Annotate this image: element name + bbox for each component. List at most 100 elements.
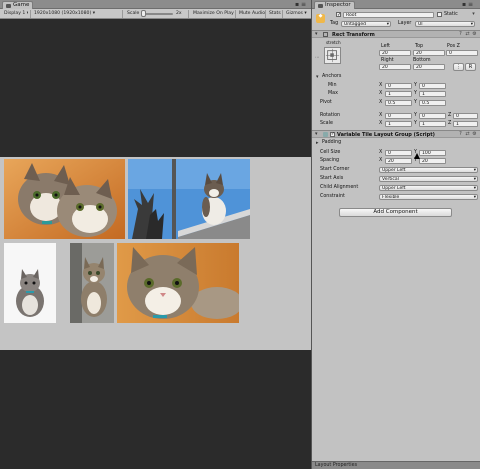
cell-x-label: X — [379, 150, 383, 155]
settings-gear-icon[interactable]: ⚙ — [472, 32, 477, 37]
gameobject-cube-icon: ◆ — [316, 14, 325, 23]
tab-game[interactable]: Game — [2, 1, 34, 9]
game-view[interactable] — [0, 19, 311, 469]
max-y-label: Y — [414, 91, 417, 96]
inspector-tabbar: Inspector ▪ ≡ — [312, 0, 480, 9]
max-x-field[interactable]: 1 — [385, 91, 412, 97]
gizmos-dropdown[interactable]: Gizmos ▾ — [284, 10, 310, 18]
inspector-menu-icon[interactable]: ▪ ≡ — [462, 1, 473, 8]
toolbar-divider — [30, 10, 31, 18]
bottom-field[interactable]: 20 — [413, 64, 445, 70]
start-corner-dropdown[interactable]: Upper Left — [379, 167, 478, 173]
rect-transform-header[interactable]: ▾ Rect Transform ? ⇄ ⚙ — [312, 30, 480, 38]
layout-properties-bar[interactable]: Layout Properties — [312, 461, 480, 469]
preset-icon[interactable]: ⇄ — [465, 132, 470, 137]
pivot-label: Pivot — [320, 100, 332, 105]
ui-canvas-area — [0, 157, 311, 350]
maximize-on-play-toggle[interactable]: Maximize On Play — [191, 10, 236, 18]
padding-label: Padding — [322, 140, 342, 145]
rect-transform-title: Rect Transform — [332, 32, 375, 38]
stats-toggle[interactable]: Stats — [267, 10, 283, 18]
start-axis-dropdown[interactable]: Vertical — [379, 176, 478, 182]
mouse-cursor-icon — [414, 153, 420, 159]
cell-size-x-field[interactable]: 0 — [385, 150, 412, 156]
top-field[interactable]: 20 — [413, 50, 445, 56]
settings-gear-icon[interactable]: ⚙ — [472, 132, 477, 137]
left-field[interactable]: 20 — [379, 50, 411, 56]
rot-x-field[interactable]: 0 — [385, 113, 412, 119]
scale-z-label: Z — [448, 121, 452, 126]
pivot-x-field[interactable]: 0.5 — [385, 100, 412, 106]
scale-slider-handle[interactable] — [141, 10, 146, 17]
start-corner-label: Start Corner — [320, 167, 350, 172]
min-x-field[interactable]: 0 — [385, 83, 412, 89]
component-enabled-checkbox[interactable]: ✓ — [330, 132, 335, 137]
blueprint-mode-button[interactable]: ⋮ — [453, 63, 464, 71]
preset-icon[interactable]: ⇄ — [465, 32, 470, 37]
rot-y-field[interactable]: 0 — [419, 113, 446, 119]
anchors-label: Anchors — [322, 74, 342, 79]
raw-edit-button[interactable]: R — [465, 63, 476, 71]
rot-z-label: Z — [448, 113, 452, 118]
rot-y-label: Y — [414, 113, 417, 118]
foldout-arrow-icon[interactable]: ▾ — [315, 31, 318, 37]
layout-group-header[interactable]: ▾ ✓ Variable Tile Layout Group (Script) … — [312, 130, 480, 138]
display-select[interactable]: Display 1 ▾ — [2, 10, 28, 18]
static-checkbox[interactable] — [437, 12, 442, 17]
posz-field[interactable]: 0 — [446, 50, 478, 56]
inspector-panel: Inspector ▪ ≡ ◆ ✓ Root Static ▾ Tag Unta… — [311, 0, 480, 469]
tab-inspector-label: Inspector — [325, 2, 351, 8]
start-axis-label: Start Axis — [320, 176, 344, 181]
layer-dropdown[interactable]: UI — [415, 21, 475, 27]
display-select-value: Display 1 — [4, 11, 26, 16]
pivot-x-label: X — [379, 100, 383, 105]
anchors-foldout-icon[interactable]: ▾ — [316, 74, 319, 80]
help-icon[interactable]: ? — [458, 132, 463, 137]
constraint-dropdown[interactable]: Flexible — [379, 194, 478, 200]
pivot-y-label: Y — [414, 100, 417, 105]
panel-menu-icon[interactable]: ▪ ≡ — [295, 1, 306, 8]
child-alignment-label: Child Alignment — [320, 185, 359, 190]
min-y-field[interactable]: 0 — [419, 83, 446, 89]
constraint-label: Constraint — [320, 194, 345, 199]
tab-inspector[interactable]: Inspector — [314, 1, 355, 9]
static-dropdown-icon[interactable]: ▾ — [471, 12, 476, 17]
scale-label: Scale — [127, 11, 140, 16]
pivot-y-field[interactable]: 0.5 — [419, 100, 446, 106]
active-checkbox[interactable]: ✓ — [336, 12, 341, 18]
anchor-presets-button[interactable] — [324, 47, 341, 64]
scale-x-field[interactable]: 1 — [385, 121, 412, 127]
scale-y-field[interactable]: 1 — [419, 121, 446, 127]
resolution-select[interactable]: 1920x1080 (1920x1080) ▾ — [32, 10, 120, 18]
mute-audio-toggle[interactable]: Mute Audio — [237, 10, 267, 18]
scale-z-field[interactable]: 1 — [453, 121, 478, 127]
spacing-x-field[interactable]: 20 — [385, 158, 412, 164]
child-alignment-dropdown[interactable]: Upper Left — [379, 185, 478, 191]
script-icon — [323, 132, 328, 137]
photo-kitten-face — [117, 243, 239, 323]
photo-kitten-white-bg — [4, 243, 56, 323]
tab-game-label: Game — [13, 2, 30, 8]
rot-z-field[interactable]: 0 — [453, 113, 478, 119]
min-y-label: Y — [414, 83, 417, 88]
photo-kitten-on-fence — [128, 159, 250, 239]
photo-two-kittens — [4, 159, 125, 239]
padding-foldout-icon[interactable]: ▸ — [316, 140, 319, 146]
right-field[interactable]: 20 — [379, 64, 411, 70]
cell-size-y-field[interactable]: 100 — [419, 150, 446, 156]
object-name-field[interactable]: Root — [343, 12, 434, 18]
add-component-button[interactable]: Add Component — [339, 208, 452, 217]
tag-dropdown[interactable]: Untagged — [341, 21, 391, 27]
scale-x-label: X — [379, 121, 383, 126]
max-label: Max — [328, 91, 338, 96]
spacing-x-label: X — [379, 158, 383, 163]
foldout-arrow-icon[interactable]: ▾ — [315, 131, 318, 137]
cell-size-label: Cell Size — [320, 150, 341, 155]
spacing-y-field[interactable]: 20 — [419, 158, 446, 164]
toolbar-divider — [235, 10, 236, 18]
help-icon[interactable]: ? — [458, 32, 463, 37]
info-icon — [318, 3, 323, 8]
inspector-body: ◆ ✓ Root Static ▾ Tag Untagged Layer UI … — [312, 9, 480, 461]
top-label: Top — [415, 44, 424, 49]
max-y-field[interactable]: 1 — [419, 91, 446, 97]
